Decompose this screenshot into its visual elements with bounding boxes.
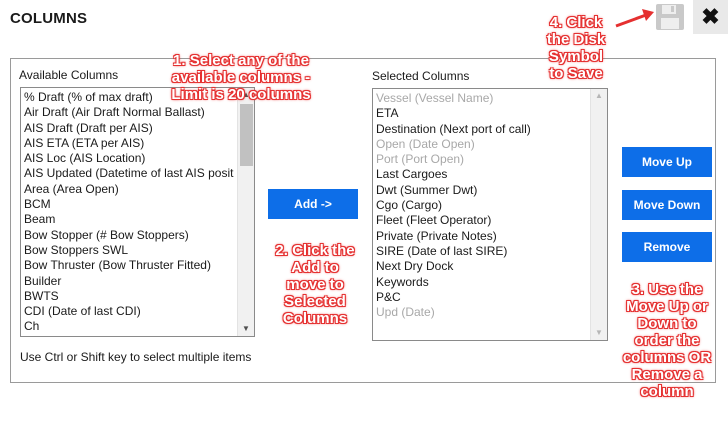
annotation-step-4: 4. Click the Disk Symbol to Save	[546, 14, 606, 82]
available-column-item[interactable]: BWTS	[24, 289, 234, 304]
close-icon: ✖	[701, 4, 720, 29]
available-column-item[interactable]: AIS Updated (Datetime of last AIS positi…	[24, 166, 234, 181]
remove-button[interactable]: Remove	[622, 232, 712, 262]
annotation-step-3: 3. Use the Move Up or Down to order the …	[622, 281, 712, 400]
selected-columns-list[interactable]: Vessel (Vessel Name) ETA Destination (Next…	[372, 88, 608, 341]
selected-column-item[interactable]: ETA	[376, 106, 587, 121]
selected-scrollbar[interactable]: ▲ ▼	[590, 89, 607, 340]
floppy-disk-icon[interactable]	[655, 3, 685, 31]
add-button[interactable]: Add ->	[268, 189, 358, 219]
annotation-step-2: 2. Click the Add to move to Selected Col…	[275, 242, 355, 327]
selected-column-item[interactable]: Destination (Next port of call)	[376, 122, 587, 137]
selected-column-item[interactable]: Keywords	[376, 275, 587, 290]
arrow-to-save-icon	[615, 9, 654, 28]
scroll-down-icon[interactable]: ▼	[238, 322, 254, 336]
multi-select-hint: Use Ctrl or Shift key to select multiple…	[20, 350, 252, 364]
available-column-item[interactable]: Bow Thruster (Bow Thruster Fitted)	[24, 258, 234, 273]
available-column-item[interactable]: Area (Area Open)	[24, 182, 234, 197]
selected-column-item[interactable]: Fleet (Fleet Operator)	[376, 213, 587, 228]
scroll-down-icon[interactable]: ▼	[591, 326, 607, 340]
dialog-title: COLUMNS	[10, 10, 88, 27]
selected-column-item: Vessel (Vessel Name)	[376, 91, 494, 105]
selected-column-item: Upd (Date)	[376, 305, 435, 320]
available-column-item[interactable]: Air Draft (Air Draft Normal Ballast)	[24, 105, 234, 120]
selected-column-item: Port (Port Open)	[376, 152, 465, 167]
available-columns-label: Available Columns	[19, 68, 119, 82]
selected-column-item[interactable]: P&C	[376, 290, 587, 305]
available-column-item[interactable]: Bow Stopper (# Bow Stoppers)	[24, 228, 234, 243]
selected-column-item[interactable]: Private (Private Notes)	[376, 229, 587, 244]
annotation-step-1: 1. Select any of the available columns -…	[171, 52, 311, 103]
available-column-item[interactable]: Builder	[24, 274, 234, 289]
selected-columns-label: Selected Columns	[372, 69, 470, 83]
selected-column-item[interactable]: Last Cargoes	[376, 167, 587, 182]
selected-column-item[interactable]: SIRE (Date of last SIRE)	[376, 244, 587, 259]
available-column-item[interactable]: Ch	[24, 319, 234, 334]
scroll-up-icon[interactable]: ▲	[591, 89, 607, 103]
selected-column-item[interactable]: Dwt (Summer Dwt)	[376, 183, 587, 198]
available-column-item[interactable]: AIS Draft (Draft per AIS)	[24, 121, 234, 136]
available-column-item[interactable]: Bow Stoppers SWL	[24, 243, 234, 258]
selected-column-item: Open (Date Open)	[376, 136, 475, 151]
available-column-item[interactable]: AIS Loc (AIS Location)	[24, 151, 234, 166]
close-button[interactable]: ✖	[693, 0, 728, 34]
available-column-item[interactable]: BCM	[24, 197, 234, 212]
move-up-button[interactable]: Move Up	[622, 147, 712, 177]
available-columns-list[interactable]: % Draft (% of max draft) Air Draft (Air D…	[20, 87, 255, 337]
scroll-thumb[interactable]	[240, 104, 253, 166]
available-column-item[interactable]: AIS ETA (ETA per AIS)	[24, 136, 234, 151]
available-scrollbar[interactable]: ▲ ▼	[237, 88, 254, 336]
available-column-item[interactable]: CDI (Date of last CDI)	[24, 304, 234, 319]
selected-column-item[interactable]: Next Dry Dock	[376, 259, 587, 274]
available-column-item[interactable]: Beam	[24, 212, 234, 227]
selected-column-item[interactable]: Cgo (Cargo)	[376, 198, 587, 213]
move-down-button[interactable]: Move Down	[622, 190, 712, 220]
